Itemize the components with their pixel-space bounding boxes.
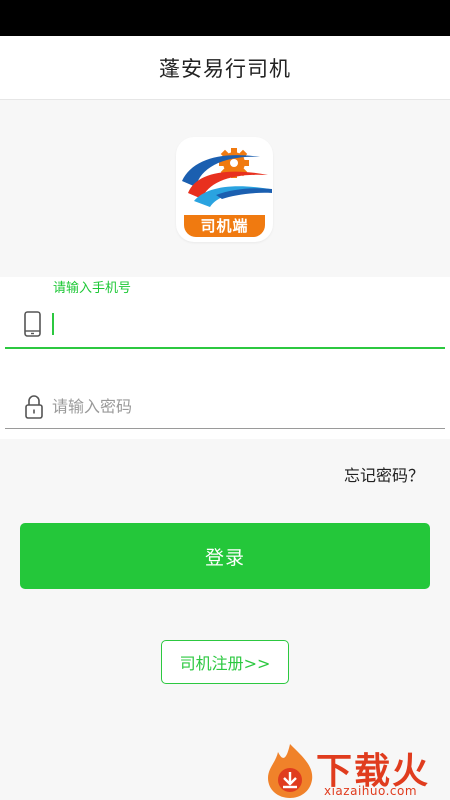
forgot-password-link[interactable]: 忘记密码？ (344, 462, 424, 486)
phone-float-label: 请输入手机号 (53, 281, 132, 296)
phone-field[interactable] (5, 300, 445, 349)
phone-icon (23, 310, 43, 342)
title-bar: 蓬安易行司机 (0, 36, 450, 100)
status-bar (0, 0, 450, 36)
login-button[interactable]: 登录 (20, 523, 430, 589)
flame-icon (268, 744, 313, 798)
lock-icon (24, 393, 44, 425)
driver-register-button[interactable]: 司机注册>> (161, 640, 289, 684)
password-input[interactable] (52, 393, 412, 419)
page-title: 蓬安易行司机 (159, 56, 291, 81)
text-cursor (52, 313, 54, 335)
logo-graphic-icon (182, 148, 272, 207)
logo-badge: 司机端 (184, 215, 265, 237)
app-logo: 司机端 (176, 137, 273, 242)
watermark: 下载火 xiazaihuo.com (262, 740, 450, 800)
watermark-domain: xiazaihuo.com (324, 784, 418, 798)
password-field[interactable] (5, 385, 445, 429)
